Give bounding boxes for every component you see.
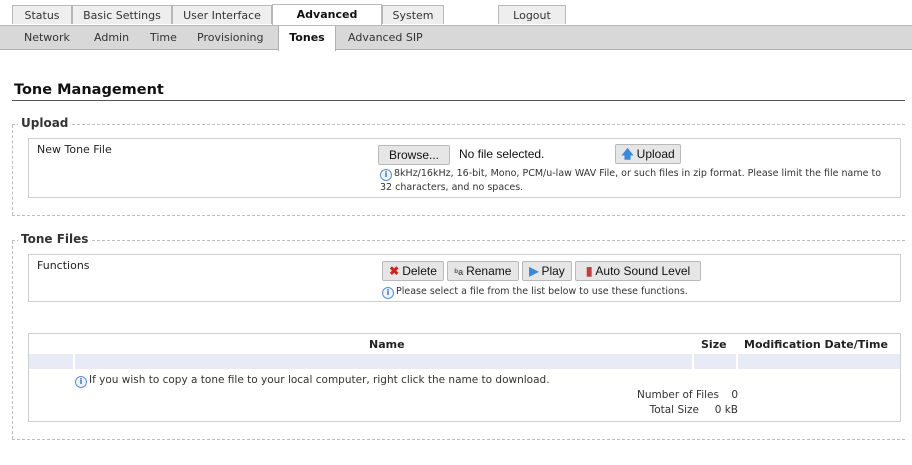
rename-icon: ᵇa: [454, 267, 464, 277]
tab-system[interactable]: System: [382, 5, 444, 24]
tab-advanced-settings[interactable]: Advanced Settings: [272, 4, 382, 40]
tab-user-interface[interactable]: User Interface: [172, 5, 272, 24]
sub-nav: Network Admin Time Provisioning Tones Ad…: [0, 25, 912, 51]
functions-panel: Functions ✖ Delete ᵇa Rename ▶ Play ▮ Auto S…: [28, 254, 901, 302]
files-table: Name Size Modification Date/Time i If you…: [28, 333, 901, 422]
delete-button-label: Delete: [402, 264, 437, 278]
upload-hint: i 8kHz/16kHz, 16-bit, Mono, PCM/u-law WAV…: [380, 167, 892, 194]
number-of-files-value: 0: [731, 389, 738, 401]
subtab-advanced-sip[interactable]: Advanced SIP: [348, 26, 423, 50]
row-cell-size: [694, 354, 738, 369]
col-header-size[interactable]: Size: [701, 338, 727, 351]
download-note: i If you wish to copy a tone file to your…: [75, 374, 550, 388]
upload-legend: Upload: [18, 116, 72, 130]
tab-basic-settings[interactable]: Basic Settings: [72, 5, 172, 24]
number-of-files-label: Number of Files: [636, 389, 719, 401]
sound-level-icon: ▮: [585, 264, 593, 278]
rename-button-label: Rename: [466, 264, 512, 278]
functions-label: Functions: [37, 259, 90, 272]
upload-arrow-icon: 🡅: [621, 147, 634, 161]
table-empty-row: [29, 354, 900, 369]
new-tone-file-label: New Tone File: [37, 143, 112, 156]
row-cell-select: [29, 354, 75, 369]
download-note-text: If you wish to copy a tone file to your …: [89, 374, 550, 386]
auto-sound-level-label: Auto Sound Level: [595, 264, 691, 278]
play-button[interactable]: ▶ Play: [522, 261, 572, 281]
tab-status[interactable]: Status: [12, 5, 72, 24]
delete-x-icon: ✖: [389, 264, 400, 278]
top-nav: Status Basic Settings User Interface Adv…: [0, 0, 912, 40]
play-icon: ▶: [529, 264, 539, 278]
upload-hint-text: 8kHz/16kHz, 16-bit, Mono, PCM/u-law WAV …: [380, 168, 882, 193]
col-header-name[interactable]: Name: [369, 338, 405, 351]
upload-panel: New Tone File Browse... No file selected…: [28, 138, 901, 198]
subtab-provisioning[interactable]: Provisioning: [197, 26, 264, 50]
functions-hint-text: Please select a file from the list below…: [396, 286, 688, 297]
play-button-label: Play: [541, 264, 565, 278]
delete-button[interactable]: ✖ Delete: [382, 261, 444, 281]
page-title: Tone Management: [14, 82, 164, 98]
tab-logout[interactable]: Logout: [498, 5, 566, 24]
auto-sound-level-button[interactable]: ▮ Auto Sound Level: [575, 261, 701, 281]
col-header-date[interactable]: Modification Date/Time: [744, 338, 888, 351]
browse-button[interactable]: Browse...: [378, 145, 450, 165]
upload-button[interactable]: 🡅 Upload: [615, 144, 681, 164]
functions-hint: i Please select a file from the list belo…: [382, 285, 688, 299]
subtab-time[interactable]: Time: [150, 26, 177, 50]
subtab-tones[interactable]: Tones: [278, 26, 336, 51]
subtab-network[interactable]: Network: [24, 26, 70, 50]
title-divider: [12, 100, 905, 101]
upload-button-label: Upload: [636, 147, 675, 161]
tone-files-legend: Tone Files: [18, 232, 92, 246]
total-size-label: Total Size: [649, 404, 699, 416]
tone-files-section: Tone Files Functions ✖ Delete ᵇa Rename ▶ P…: [12, 232, 905, 440]
tone-files-section-border: [12, 241, 13, 439]
rename-button[interactable]: ᵇa Rename: [447, 261, 519, 281]
file-status: No file selected.: [459, 147, 545, 161]
upload-section-border: [12, 125, 13, 215]
subtab-admin[interactable]: Admin: [94, 26, 129, 50]
total-size-value: 0 kB: [714, 404, 738, 416]
info-icon: i: [75, 376, 87, 388]
info-icon: i: [382, 287, 394, 299]
upload-section: Upload New Tone File Browse... No file s…: [12, 116, 905, 216]
info-icon: i: [380, 169, 392, 181]
row-cell-name: [75, 354, 694, 369]
